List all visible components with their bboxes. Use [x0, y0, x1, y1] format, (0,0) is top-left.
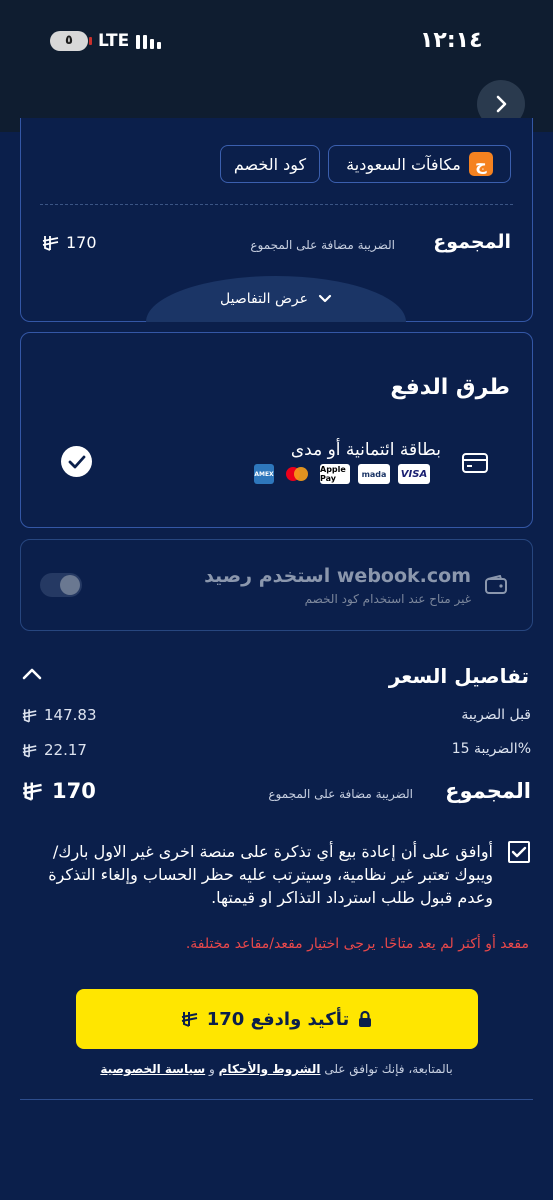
bottom-divider — [20, 1099, 533, 1100]
wallet-icon — [485, 575, 507, 594]
riyal-icon — [22, 708, 37, 722]
subtotal-label: قبل الضريبة — [461, 707, 531, 723]
agreement-text: أوافق على أن إعادة بيع أي تذكرة على منصة… — [48, 842, 493, 907]
vat-label: الضريبة 15% — [451, 741, 531, 757]
grand-total-amount: 170 — [52, 779, 96, 803]
notification-pill: ٥ — [50, 31, 92, 51]
wallet-subtitle: غير متاح عند استخدام كود الخصم — [304, 592, 471, 606]
summary-total-amount: 170 — [66, 233, 97, 252]
card-option-label[interactable]: بطاقة ائتمانية أو مدى — [291, 440, 441, 460]
check-icon — [68, 455, 85, 468]
chevron-right-icon — [496, 95, 507, 113]
amex-logo-icon: AMEX — [254, 464, 274, 484]
mada-logo-icon: mada — [358, 464, 390, 484]
payment-methods-card — [20, 332, 533, 528]
check-icon — [511, 846, 527, 857]
legal-and: و — [209, 1062, 215, 1076]
wallet-toggle[interactable] — [40, 573, 82, 597]
apple-pay-logo-icon: Apple Pay — [320, 464, 350, 484]
visa-logo-icon: VISA — [398, 464, 430, 484]
riyal-icon — [42, 235, 59, 251]
signal-icon — [136, 33, 161, 49]
confirm-pay-label: تأكيد وادفع 170 — [206, 1008, 350, 1030]
card-option-selected[interactable] — [61, 446, 92, 477]
riyal-icon — [22, 782, 42, 801]
rewards-chip[interactable]: مكافآت السعودية ج — [328, 145, 511, 183]
payment-methods-title: طرق الدفع — [390, 375, 510, 400]
confirm-pay-button[interactable]: تأكيد وادفع 170 — [76, 989, 478, 1049]
network-type: LTE — [98, 31, 130, 51]
chevron-up-icon[interactable] — [22, 667, 42, 681]
summary-total-label: المجموع — [433, 231, 511, 253]
mastercard-logo-icon — [282, 464, 312, 484]
terms-link[interactable]: الشروط والأحكام — [219, 1062, 321, 1076]
rewards-chip-label: مكافآت السعودية — [346, 154, 461, 174]
agreement-checkbox[interactable] — [508, 841, 530, 863]
subtotal-amount: 147.83 — [44, 706, 97, 724]
grand-total-note: الضريبة مضافة على المجموع — [268, 787, 413, 801]
summary-total-value: 170 — [42, 233, 97, 252]
lock-icon — [359, 1010, 372, 1027]
vat-value: 22.17 — [22, 741, 87, 759]
legal-notice: بالمتابعة، فإنك توافق على الشروط والأحكا… — [0, 1062, 553, 1076]
seat-unavailable-error: مقعد أو أكثر لم يعد متاحًا. يرجى اختيار … — [185, 936, 529, 952]
clock: ١٢:١٤ — [420, 28, 483, 53]
card-brands: AMEX Apple Pay mada VISA — [254, 464, 430, 484]
discount-chip-label: كود الخصم — [233, 154, 307, 174]
wallet-title: استخدم رصيد webook.com — [204, 565, 471, 587]
saudi-rewards-logo-icon: ج — [468, 152, 493, 176]
chevron-down-icon — [318, 294, 332, 303]
riyal-icon — [22, 743, 37, 757]
discount-code-chip[interactable]: كود الخصم — [220, 145, 320, 183]
riyal-icon — [181, 1012, 197, 1027]
summary-total-note: الضريبة مضافة على المجموع — [250, 238, 395, 252]
summary-divider — [40, 204, 513, 205]
price-details-title: تفاصيل السعر — [388, 664, 529, 688]
legal-prefix: بالمتابعة، فإنك توافق على — [324, 1062, 453, 1076]
grand-total-value: 170 — [22, 779, 96, 803]
grand-total-label: المجموع — [445, 779, 531, 803]
subtotal-value: 147.83 — [22, 706, 97, 724]
credit-card-icon — [462, 453, 488, 473]
privacy-link[interactable]: سياسة الخصوصية — [100, 1062, 205, 1076]
vat-amount: 22.17 — [44, 741, 87, 759]
show-details-label: عرض التفاصيل — [220, 291, 308, 307]
top-bar — [0, 0, 553, 132]
